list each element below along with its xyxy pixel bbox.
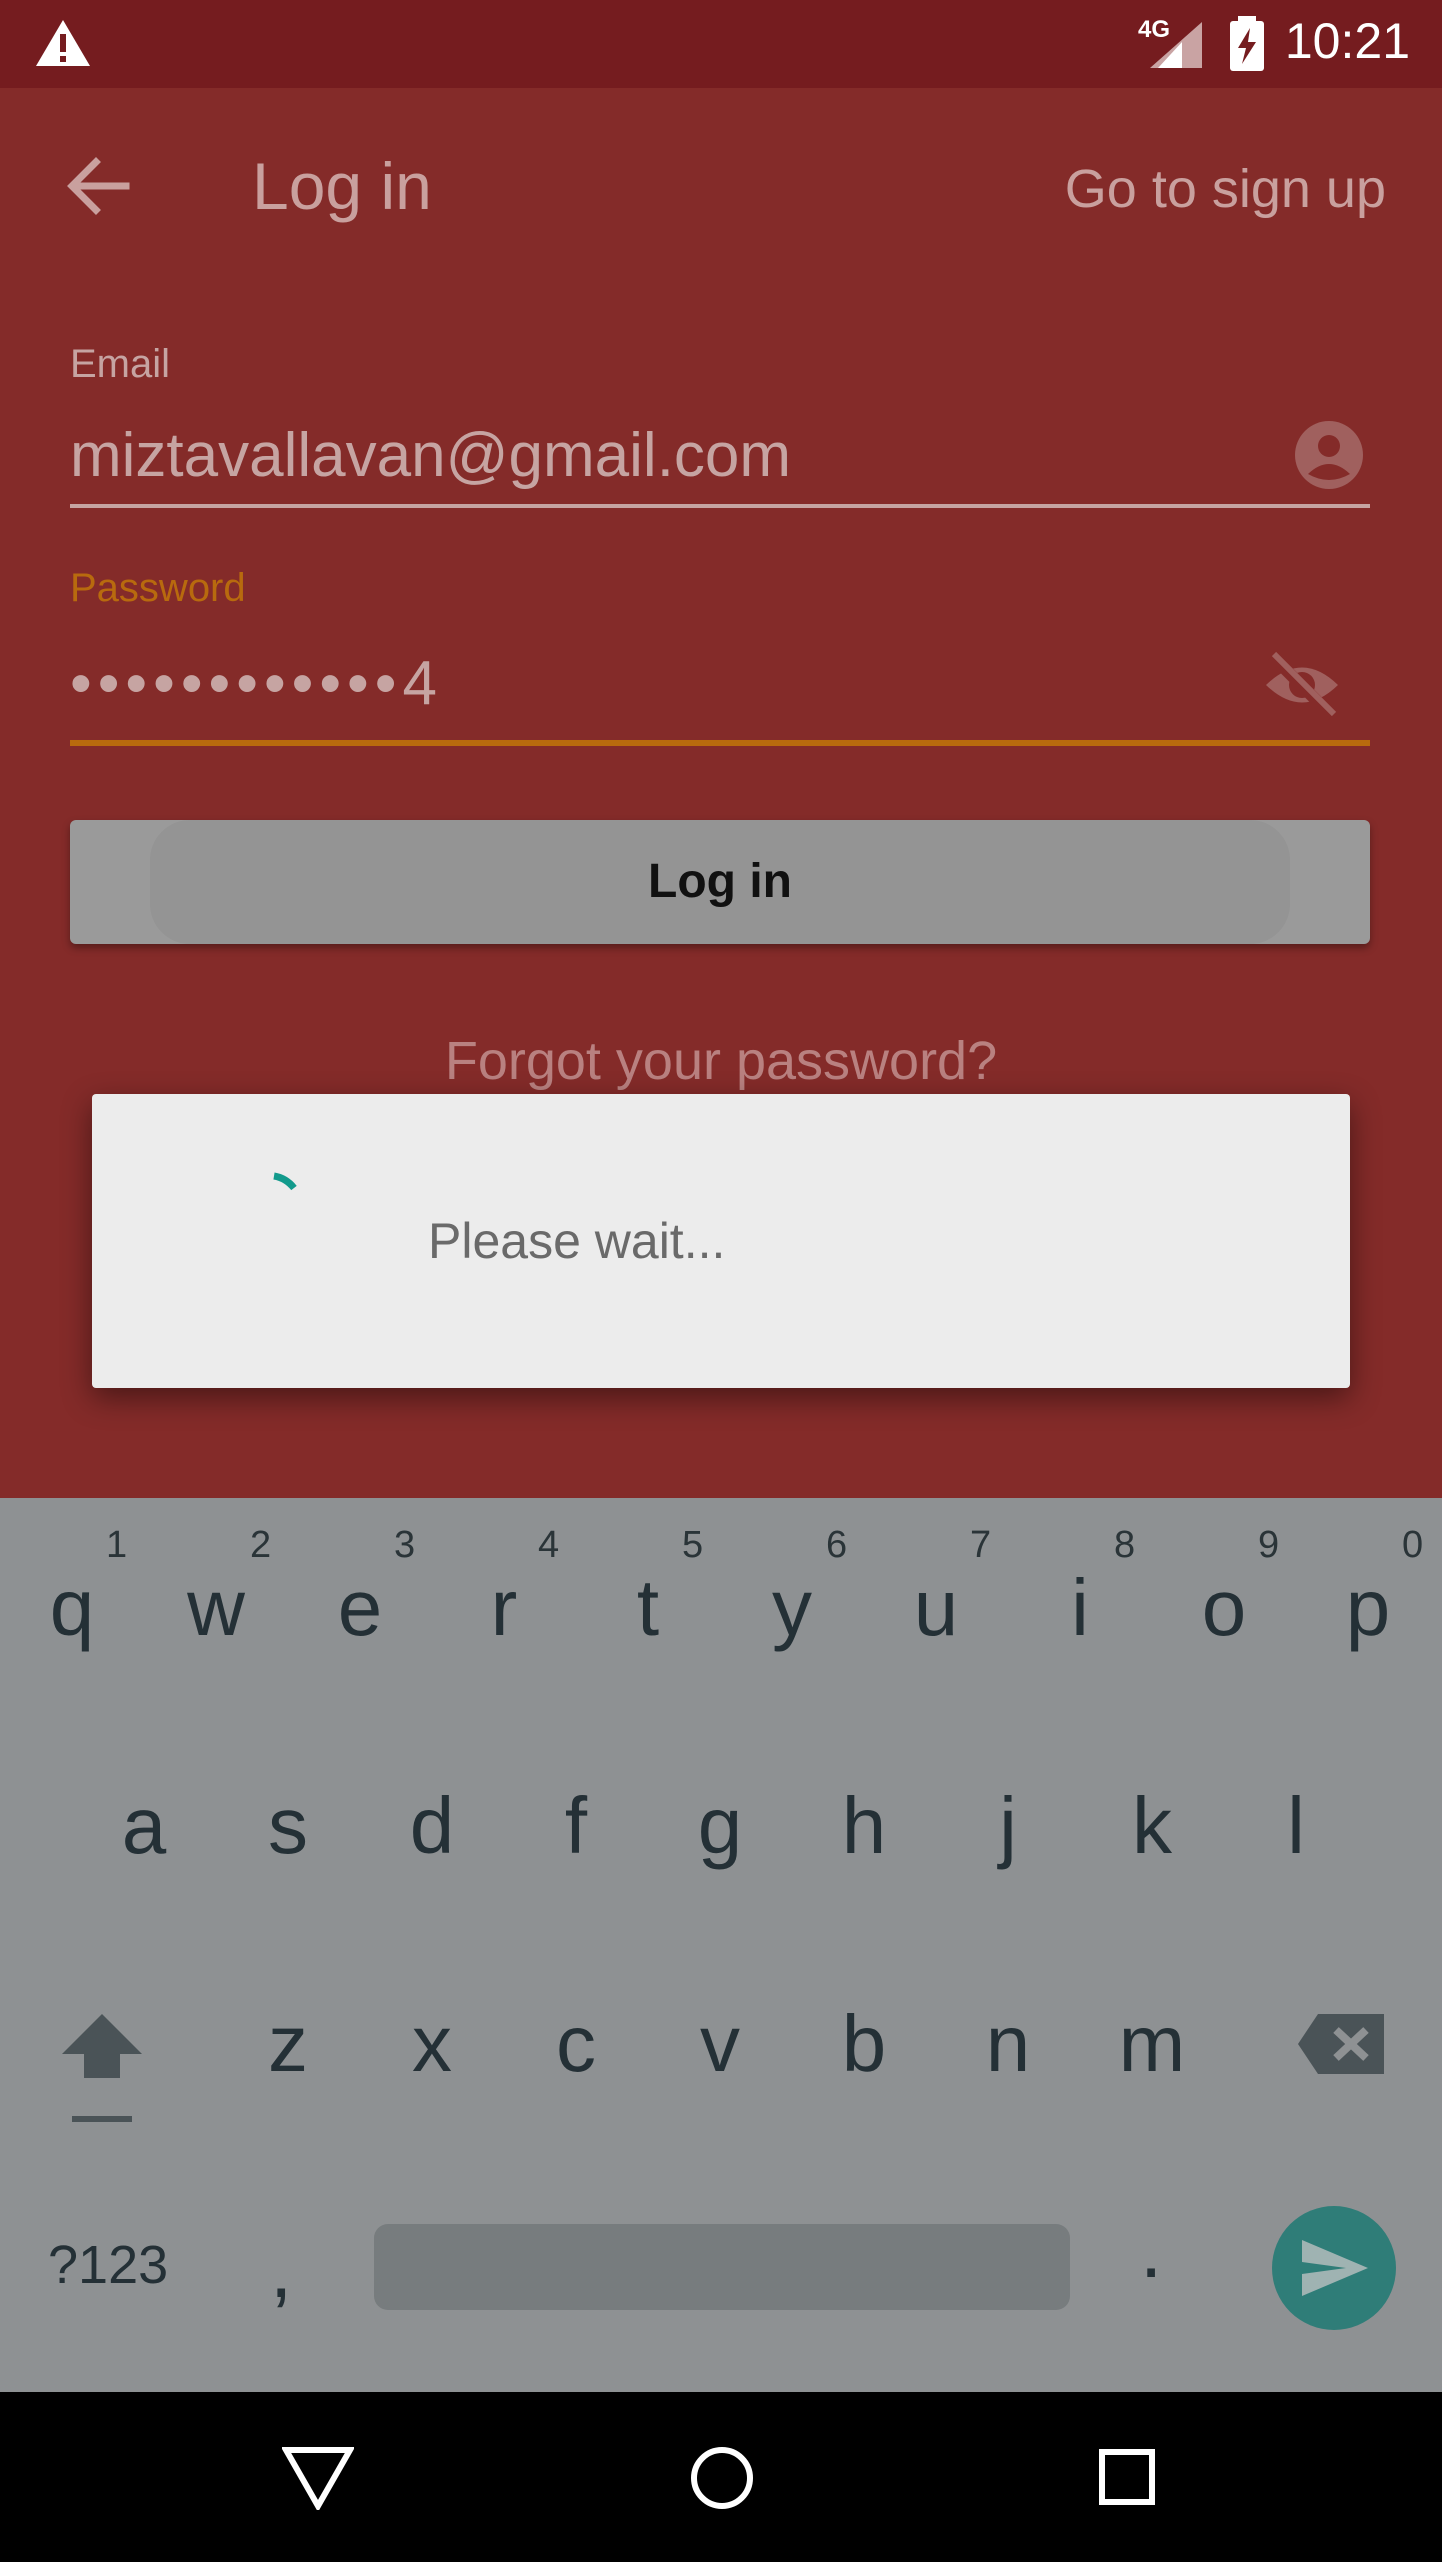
key-u[interactable]: u [864,1562,1008,1654]
key-y[interactable]: y [720,1562,864,1654]
key-m[interactable]: m [1080,1998,1224,2090]
key-j[interactable]: j [936,1780,1080,1872]
back-arrow-icon[interactable] [66,156,130,216]
key-z[interactable]: z [216,1998,360,2090]
key-k[interactable]: k [1080,1780,1224,1872]
email-label: Email [70,342,171,386]
key-hint: 5 [682,1524,704,1566]
go-to-signup-link[interactable]: Go to sign up [1065,158,1386,220]
email-underline [70,504,1370,508]
key-f[interactable]: f [504,1780,648,1872]
warning-icon [36,20,90,66]
key-b[interactable]: b [792,1998,936,2090]
key-e[interactable]: e [288,1562,432,1654]
key-hint: 9 [1258,1524,1280,1566]
send-key[interactable] [1272,2206,1396,2330]
key-d[interactable]: d [360,1780,504,1872]
symbols-key[interactable]: ?123 [48,2234,168,2296]
key-hint: 4 [538,1524,560,1566]
nav-recents-icon[interactable] [1098,2448,1156,2506]
key-q[interactable]: q [0,1562,144,1654]
key-hint: 6 [826,1524,848,1566]
dialog-message: Please wait... [428,1213,726,1269]
period-key[interactable]: . [1140,2204,1162,2296]
key-s[interactable]: s [216,1780,360,1872]
key-r[interactable]: r [432,1562,576,1654]
login-button[interactable]: Log in [70,820,1370,944]
battery-charging-icon [1230,16,1264,71]
key-v[interactable]: v [648,1998,792,2090]
send-icon [1302,2240,1368,2296]
password-label: Password [70,566,246,610]
key-i[interactable]: i [1008,1562,1152,1654]
page-title: Log in [252,149,432,223]
key-h[interactable]: h [792,1780,936,1872]
visibility-off-icon[interactable] [1262,650,1342,720]
key-hint: 0 [1402,1524,1424,1566]
key-a[interactable]: a [72,1780,216,1872]
key-hint: 2 [250,1524,272,1566]
space-key[interactable] [374,2224,1070,2310]
login-button-label: Log in [648,855,792,908]
nav-back-icon[interactable] [282,2446,354,2510]
loading-spinner-icon [273,1172,297,1191]
key-hint: 8 [1114,1524,1136,1566]
key-o[interactable]: o [1152,1562,1296,1654]
comma-key[interactable]: , [270,2224,292,2316]
key-hint: 7 [970,1524,992,1566]
key-x[interactable]: x [360,1998,504,2090]
key-c[interactable]: c [504,1998,648,2090]
email-field[interactable]: miztavallavan@gmail.com [70,420,791,491]
clock: 10:21 [1284,13,1410,69]
account-icon [1295,421,1363,489]
progress-dialog: Please wait... [92,1094,1350,1388]
shift-icon[interactable] [58,2012,146,2132]
key-p[interactable]: p [1296,1562,1440,1654]
forgot-password-link[interactable]: Forgot your password? [0,1030,1442,1092]
status-bar: 4G 10:21 [0,0,1442,88]
key-hint: 3 [394,1524,416,1566]
key-g[interactable]: g [648,1780,792,1872]
key-w[interactable]: w [144,1562,288,1654]
key-n[interactable]: n [936,1998,1080,2090]
key-l[interactable]: l [1224,1780,1368,1872]
key-t[interactable]: t [576,1562,720,1654]
key-hint: 1 [106,1524,128,1566]
signal-icon [1150,22,1202,68]
password-field[interactable]: ••••••••••••4 [70,648,443,719]
password-underline [70,740,1370,746]
navigation-bar [0,2392,1442,2562]
backspace-icon[interactable] [1296,2012,1386,2076]
nav-home-icon[interactable] [690,2446,754,2510]
